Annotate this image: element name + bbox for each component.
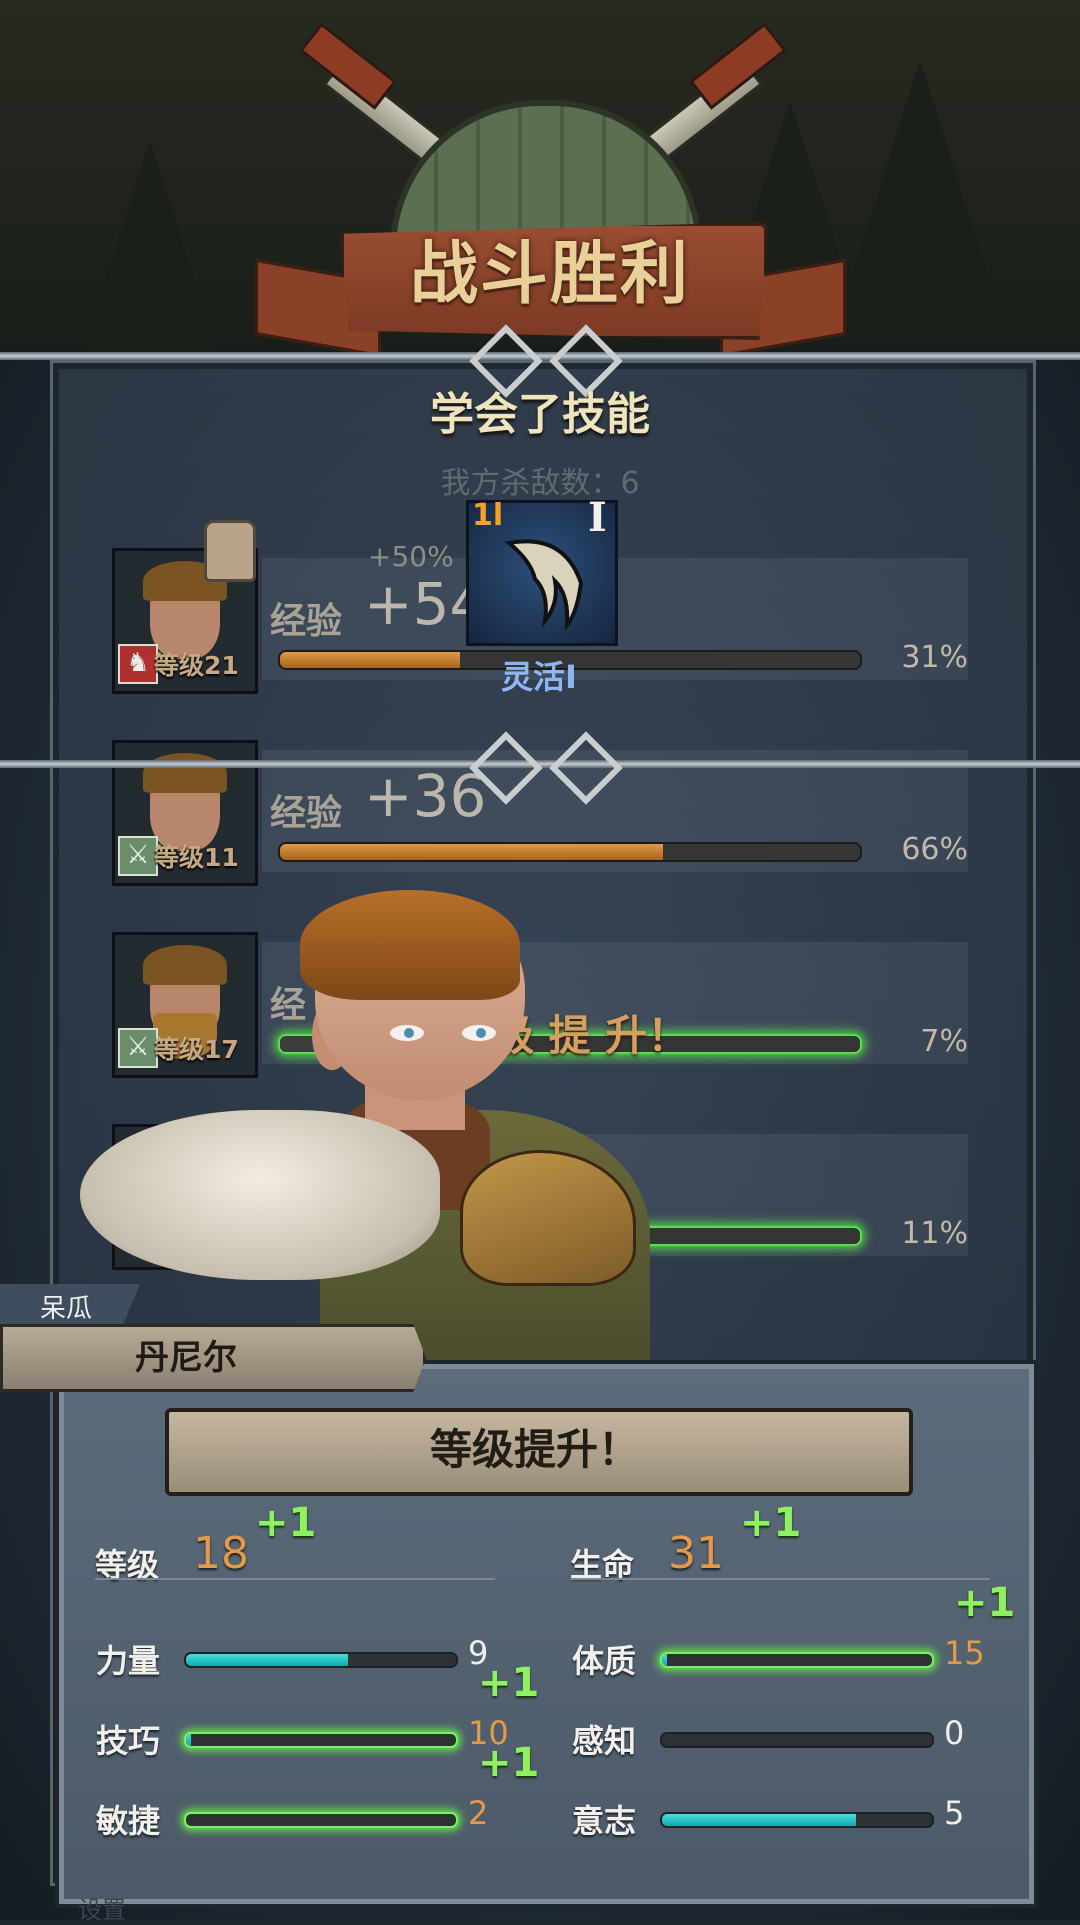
attribute-label: 体质 <box>572 1642 637 1680</box>
tree-silhouette <box>80 140 220 360</box>
exp-bar-fill <box>280 844 663 860</box>
exp-percent: 11% <box>901 1216 968 1251</box>
character-trait: 呆瓜 <box>40 1294 93 1324</box>
exp-value: +36 <box>364 762 487 830</box>
exp-bar <box>278 842 862 862</box>
attribute-value: 0 <box>944 1714 965 1752</box>
exp-bar-fill <box>280 652 460 668</box>
horse-icon: ♞ <box>118 644 158 684</box>
attribute-label: 敏捷 <box>96 1802 161 1840</box>
attribute-plus: +1 <box>954 1580 1016 1626</box>
row-level: 等级17 <box>154 1035 239 1064</box>
crossed-swords-icon: ⚔ <box>118 836 158 876</box>
party-row: ⚔ 等级17 经 7% 级 提 升！ <box>112 932 968 1078</box>
hp-plus: +1 <box>740 1500 802 1546</box>
attribute-bar-fill <box>662 1654 668 1666</box>
tree-silhouette <box>850 60 990 280</box>
attribute-label: 意志 <box>572 1802 637 1840</box>
exp-percent: 31% <box>901 640 968 675</box>
level-value: 18 <box>193 1528 249 1579</box>
character-eye <box>390 1025 424 1041</box>
skill-level-roman: I <box>588 494 607 541</box>
attribute-value: 15 <box>944 1634 985 1672</box>
divider <box>95 1578 495 1580</box>
exp-label: 经验 <box>270 601 343 642</box>
exp-percent: 66% <box>901 832 968 867</box>
attribute-label: 技巧 <box>96 1722 161 1760</box>
skill-name: 灵活I <box>501 658 577 696</box>
character-fur-collar <box>80 1110 440 1280</box>
attribute-bar <box>184 1732 458 1748</box>
level-plus: +1 <box>255 1500 317 1546</box>
attribute-bar <box>184 1652 458 1668</box>
portrait-hair <box>143 753 227 793</box>
attribute-bar-fill <box>186 1734 192 1746</box>
attribute-value: 5 <box>944 1794 965 1832</box>
exp-label: 经验 <box>270 793 343 834</box>
character-hair <box>300 890 520 1000</box>
exp-bonus: +50% <box>368 540 454 573</box>
divider <box>570 1578 990 1580</box>
attribute-bar-fill <box>186 1654 348 1666</box>
attribute-bar <box>660 1652 934 1668</box>
portrait-hair <box>143 945 227 985</box>
crossed-swords-icon: ⚔ <box>118 1028 158 1068</box>
skill-learned-heading: 学会了技能 <box>430 389 650 440</box>
victory-title: 战斗胜利 <box>409 235 690 314</box>
attribute-bar <box>184 1812 458 1828</box>
character-eye <box>462 1025 496 1041</box>
skill-rank-tag: 1l <box>472 498 504 533</box>
attribute-plus: +1 <box>478 1740 540 1786</box>
attribute-label: 力量 <box>96 1642 161 1680</box>
attribute-bar-fill <box>662 1814 857 1826</box>
exp-label: 经 <box>270 985 307 1026</box>
attribute-value: 2 <box>468 1794 489 1832</box>
level-up-button-label[interactable]: 等级提升！ <box>165 1412 905 1488</box>
row-level: 等级21 <box>154 651 239 680</box>
attribute-plus: +1 <box>478 1660 540 1706</box>
row-level: 等级11 <box>154 843 239 872</box>
character-name: 丹尼尔 <box>135 1338 237 1378</box>
attribute-bar <box>660 1812 934 1828</box>
exp-percent: 7% <box>920 1024 968 1059</box>
attribute-label: 感知 <box>572 1722 637 1760</box>
hp-value: 31 <box>668 1528 724 1579</box>
thumbs-up-icon <box>204 520 256 582</box>
kill-count: 我方杀敌数：6 <box>440 466 640 501</box>
attribute-bar <box>660 1732 934 1748</box>
